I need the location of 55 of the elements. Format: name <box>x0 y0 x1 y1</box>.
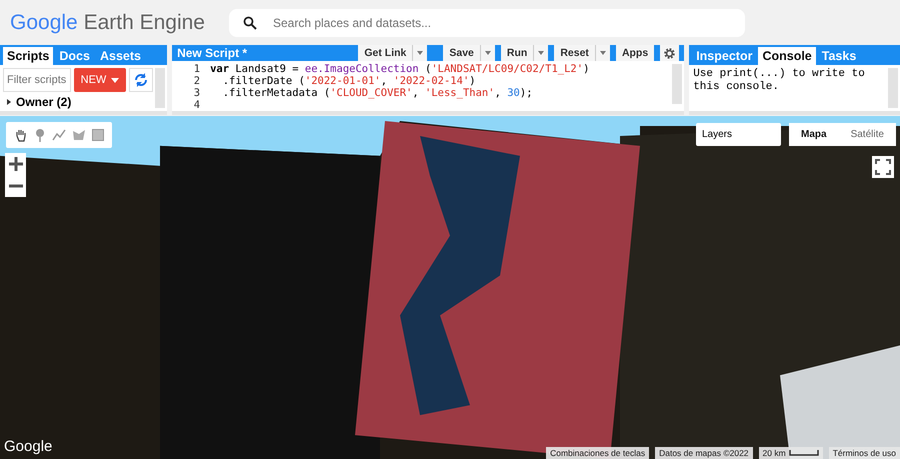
caret-icon <box>111 78 120 82</box>
scale-label: 20 km <box>758 447 823 459</box>
line-number: 3 <box>192 87 202 99</box>
search-input[interactable]: Search places and datasets... <box>270 14 715 30</box>
google-logo: Google <box>4 438 52 455</box>
minus-icon <box>8 184 22 188</box>
caret-icon <box>6 99 12 105</box>
attribution-text[interactable]: Combinaciones de teclas <box>546 447 650 459</box>
line-number: 2 <box>192 75 202 87</box>
console-message: Use print(...) to write to this console. <box>692 67 866 94</box>
dropdown-button[interactable] <box>533 45 548 61</box>
pin-icon[interactable] <box>34 128 46 142</box>
dropdown-button[interactable] <box>412 45 428 61</box>
refresh-icon <box>133 72 149 88</box>
caret-icon <box>417 51 424 55</box>
tree-item[interactable]: Owner (2) <box>0 95 72 109</box>
filter-scripts-field[interactable]: Filter scripts <box>3 68 71 92</box>
search-icon <box>242 16 257 30</box>
toolbar-button[interactable]: Apps <box>616 45 654 61</box>
layers-button[interactable]: Layers <box>696 123 781 146</box>
toolbar-button[interactable]: Get Link <box>358 45 412 61</box>
settings-button[interactable] <box>660 45 680 61</box>
new-button[interactable]: NEW <box>74 68 126 92</box>
toolbar-button[interactable]: Reset <box>554 45 595 61</box>
settings-icon <box>663 46 676 60</box>
search-field[interactable]: Search places and datasets... <box>228 8 745 36</box>
caret-icon <box>600 51 606 55</box>
terms-link[interactable]: Términos de uso <box>828 447 900 459</box>
fullscreen-button[interactable] <box>872 156 894 178</box>
dropdown-button[interactable] <box>594 45 610 61</box>
line-number: 1 <box>192 63 202 75</box>
fullscreen-icon <box>875 159 891 175</box>
caret-icon <box>538 51 544 55</box>
caret-icon <box>484 51 491 55</box>
code-line: var Landsat9 = ee.ImageCollection ('LANDSAT/LC09/C02/T1_L2') <box>210 63 590 75</box>
scrollbar[interactable] <box>888 68 898 108</box>
hand-icon[interactable] <box>14 128 28 142</box>
code-line: .filterMetadata ('CLOUD_COVER', 'Less_Than', 30); <box>222 87 533 99</box>
plus-icon <box>8 157 22 171</box>
scrollbar[interactable] <box>155 68 166 108</box>
line-icon[interactable] <box>52 128 66 142</box>
attribution-text[interactable]: Datos de mapas ©2022 <box>655 447 753 459</box>
earth-engine-logo: Google Earth Engine <box>10 10 205 34</box>
script-title: New Script * <box>176 46 248 60</box>
line-number: 4 <box>192 99 202 111</box>
panel-tab[interactable]: Scripts <box>3 47 54 65</box>
refresh-button[interactable] <box>129 68 153 92</box>
panel-tab[interactable]: Console <box>758 47 816 65</box>
scrollbar[interactable] <box>672 64 682 104</box>
scale-bar-icon <box>788 450 819 456</box>
dropdown-button[interactable] <box>480 45 495 61</box>
polygon-icon[interactable] <box>72 128 86 142</box>
code-line: .filterDate ('2022-01-01', '2022-02-14') <box>222 75 476 87</box>
toolbar-button[interactable]: Save <box>443 45 480 61</box>
toolbar-button[interactable]: Run <box>500 45 534 61</box>
